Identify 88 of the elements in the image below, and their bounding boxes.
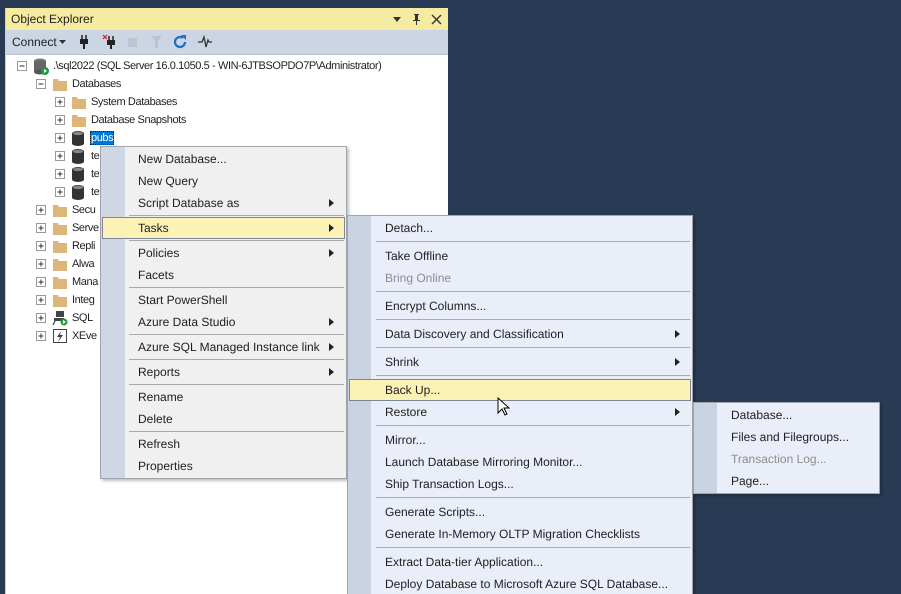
- menu-item[interactable]: Delete: [102, 408, 345, 430]
- menu-item[interactable]: Reports: [102, 361, 345, 383]
- tree-item[interactable]: Mana: [71, 275, 99, 289]
- expand-icon[interactable]: [36, 312, 47, 324]
- caret-icon: [58, 40, 66, 44]
- menu-item[interactable]: Properties: [102, 455, 345, 477]
- menu-item[interactable]: Rename: [102, 386, 345, 408]
- expand-icon[interactable]: [36, 276, 47, 288]
- menu-item[interactable]: Generate Scripts...: [349, 501, 691, 523]
- menu-item[interactable]: Page...: [695, 470, 878, 492]
- database-icon: [71, 148, 87, 164]
- expand-icon[interactable]: [55, 132, 66, 144]
- menu-item[interactable]: Azure SQL Managed Instance link: [102, 336, 345, 358]
- panel-title: Object Explorer: [11, 12, 94, 26]
- expand-icon[interactable]: [55, 150, 66, 162]
- menu-item[interactable]: Take Offline: [349, 245, 691, 267]
- collapse-icon[interactable]: [17, 60, 28, 72]
- tree-item[interactable]: SQL: [71, 311, 94, 325]
- close-icon[interactable]: [431, 14, 442, 24]
- menu-item[interactable]: Ship Transaction Logs...: [349, 473, 691, 495]
- submenu-arrow-icon: [329, 224, 334, 232]
- pulse-icon[interactable]: [198, 34, 212, 50]
- expand-icon[interactable]: [55, 186, 66, 198]
- tree-item[interactable]: Alwa: [71, 257, 96, 271]
- menu-item[interactable]: Files and Filegroups...: [695, 426, 878, 448]
- menu-item[interactable]: Tasks: [102, 217, 345, 239]
- submenu-arrow-icon: [675, 330, 680, 338]
- pin-icon[interactable]: [412, 12, 421, 26]
- menu-item[interactable]: Facets: [102, 264, 345, 286]
- tree-item[interactable]: Serve: [71, 221, 100, 235]
- refresh-icon[interactable]: [174, 34, 188, 50]
- lightning-box-icon: [52, 328, 68, 344]
- submenu-arrow-icon: [329, 199, 334, 207]
- menu-item[interactable]: Database...: [695, 404, 878, 426]
- menu-item[interactable]: Detach...: [349, 217, 691, 239]
- menu-item[interactable]: New Query: [102, 170, 345, 192]
- expand-icon[interactable]: [55, 96, 66, 108]
- submenu-arrow-icon: [329, 343, 334, 351]
- submenu-arrow-icon: [329, 249, 334, 257]
- menu-item[interactable]: Launch Database Mirroring Monitor...: [349, 451, 691, 473]
- menu-item[interactable]: Mirror...: [349, 429, 691, 451]
- expand-icon[interactable]: [36, 258, 47, 270]
- expand-icon[interactable]: [36, 330, 47, 342]
- tree-item[interactable]: pubs: [90, 131, 114, 145]
- submenu-arrow-icon: [329, 318, 334, 326]
- agent-icon: [52, 310, 68, 326]
- database-icon: [71, 184, 87, 200]
- menu-item[interactable]: Restore: [349, 401, 691, 423]
- submenu-arrow-icon: [329, 368, 334, 376]
- menu-item[interactable]: Policies: [102, 242, 345, 264]
- tree-item[interactable]: Databases: [71, 77, 122, 91]
- menu-item[interactable]: Generate In-Memory OLTP Migration Checklists: [349, 523, 691, 545]
- database-icon: [71, 166, 87, 182]
- collapse-icon[interactable]: [36, 78, 47, 90]
- menu-item[interactable]: Script Database as: [102, 192, 345, 214]
- tree-item[interactable]: Database Snapshots: [90, 113, 187, 127]
- expand-icon[interactable]: [36, 222, 47, 234]
- menu-item[interactable]: Back Up...: [349, 379, 691, 401]
- database-icon: [71, 130, 87, 146]
- expand-icon[interactable]: [36, 240, 47, 252]
- expand-icon[interactable]: [55, 114, 66, 126]
- tree-item[interactable]: te: [90, 185, 100, 199]
- connect-button[interactable]: Connect: [10, 35, 70, 49]
- menu-item[interactable]: Shrink: [349, 351, 691, 373]
- menu-item[interactable]: Data Discovery and Classification: [349, 323, 691, 345]
- tree-item[interactable]: Integ: [71, 293, 96, 307]
- submenu-arrow-icon: [675, 358, 680, 366]
- menu-item[interactable]: Encrypt Columns...: [349, 295, 691, 317]
- expand-icon[interactable]: [36, 294, 47, 306]
- tree-item[interactable]: te: [90, 167, 100, 181]
- expand-icon[interactable]: [36, 204, 47, 216]
- menu-item[interactable]: Start PowerShell: [102, 289, 345, 311]
- menu-item[interactable]: Deploy Database to Microsoft Azure SQL Database...: [349, 573, 691, 594]
- menu-item[interactable]: Extract Data-tier Application...: [349, 551, 691, 573]
- tree-item[interactable]: .\sql2022 (SQL Server 16.0.1050.5 - WIN-6JTBSOPDO7P\Administrator): [52, 59, 382, 73]
- plug-x-icon[interactable]: [102, 34, 116, 50]
- tree-item[interactable]: Secu: [71, 203, 96, 217]
- expand-icon[interactable]: [55, 168, 66, 180]
- tree-item[interactable]: te: [90, 149, 100, 163]
- menu-item[interactable]: Refresh: [102, 433, 345, 455]
- tree-item[interactable]: XEve: [71, 329, 98, 343]
- cursor-icon: [497, 397, 510, 417]
- menu-item[interactable]: Azure Data Studio: [102, 311, 345, 333]
- server-icon: [33, 58, 49, 74]
- menu-item[interactable]: New Database...: [102, 148, 345, 170]
- tree-item[interactable]: Repli: [71, 239, 96, 253]
- submenu-arrow-icon: [675, 408, 680, 416]
- tree-item[interactable]: System Databases: [90, 95, 178, 109]
